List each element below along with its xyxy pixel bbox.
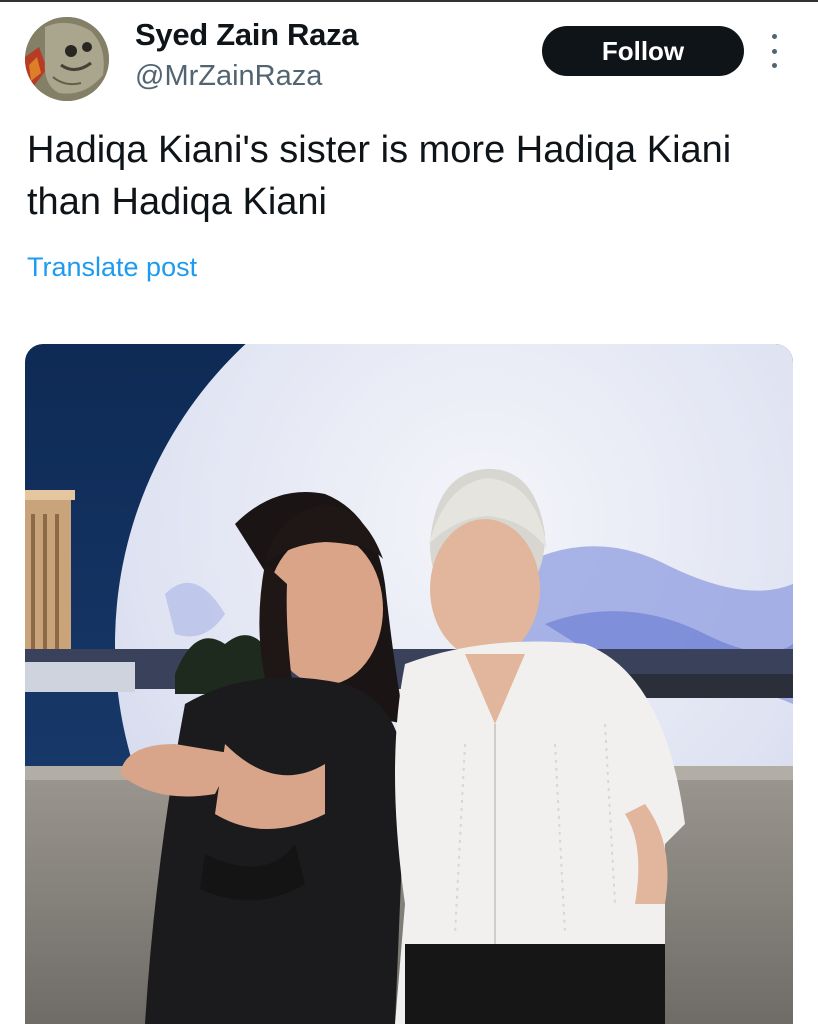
dot — [771, 48, 777, 54]
tweet: Syed Zain Raza @MrZainRaza Follow Hadiqa… — [0, 0, 818, 1024]
post-photo[interactable] — [25, 344, 793, 1024]
author-handle[interactable]: @MrZainRaza — [135, 60, 322, 93]
dot — [771, 34, 777, 39]
follow-button[interactable]: Follow — [542, 26, 744, 76]
more-options-icon[interactable] — [762, 34, 786, 68]
post-text: Hadiqa Kiani's sister is more Hadiqa Kia… — [27, 129, 732, 223]
dot — [771, 63, 777, 68]
avatar[interactable] — [25, 17, 109, 101]
avatar-image — [25, 17, 109, 101]
top-divider — [0, 0, 818, 2]
translate-post-link[interactable]: Translate post — [27, 252, 197, 283]
photo-image — [25, 344, 793, 1024]
author-name[interactable]: Syed Zain Raza — [135, 17, 359, 53]
